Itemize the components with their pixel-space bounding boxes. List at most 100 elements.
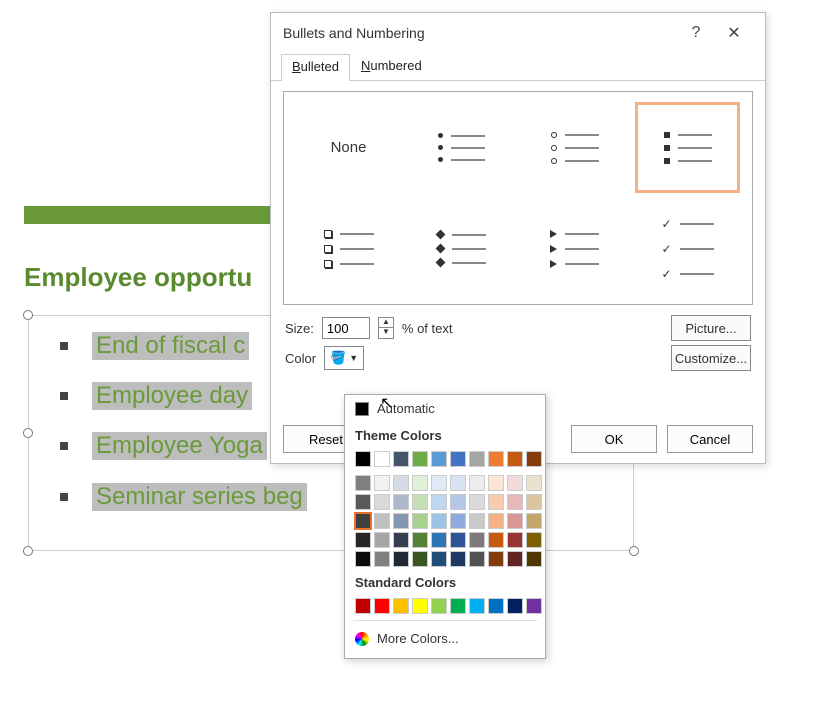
- spinner-down-icon[interactable]: ▼: [379, 328, 393, 338]
- color-swatch[interactable]: [393, 598, 409, 614]
- color-swatch[interactable]: [469, 532, 485, 548]
- resize-handle[interactable]: [23, 546, 33, 556]
- color-swatch[interactable]: [412, 494, 428, 510]
- color-swatch[interactable]: [469, 513, 485, 529]
- color-swatch[interactable]: [431, 451, 447, 467]
- color-swatch[interactable]: [507, 451, 523, 467]
- color-swatch[interactable]: [488, 513, 504, 529]
- help-button[interactable]: ?: [677, 24, 715, 42]
- color-swatch[interactable]: [526, 532, 542, 548]
- color-swatch[interactable]: [355, 598, 371, 614]
- bullet-text: Seminar series beg: [92, 483, 307, 511]
- color-swatch[interactable]: [450, 513, 466, 529]
- color-swatch[interactable]: [469, 451, 485, 467]
- picture-button[interactable]: Picture...: [671, 315, 751, 341]
- tab-numbered[interactable]: Numbered: [350, 53, 433, 80]
- color-swatch[interactable]: [507, 532, 523, 548]
- bullet-option-diamond[interactable]: [409, 203, 514, 294]
- color-swatch[interactable]: [374, 451, 390, 467]
- color-swatch[interactable]: [393, 494, 409, 510]
- color-swatch[interactable]: [469, 598, 485, 614]
- color-swatch[interactable]: [450, 451, 466, 467]
- color-swatch[interactable]: [431, 532, 447, 548]
- color-swatch[interactable]: [412, 475, 428, 491]
- color-swatch[interactable]: [355, 513, 371, 529]
- color-swatch[interactable]: [374, 551, 390, 567]
- bullet-option-square[interactable]: [635, 102, 740, 193]
- color-swatch[interactable]: [488, 532, 504, 548]
- color-swatch[interactable]: [374, 532, 390, 548]
- color-swatch[interactable]: [450, 475, 466, 491]
- color-swatch[interactable]: [488, 598, 504, 614]
- color-swatch[interactable]: [412, 532, 428, 548]
- color-automatic[interactable]: Automatic: [345, 395, 545, 422]
- color-swatch[interactable]: [374, 475, 390, 491]
- color-swatch[interactable]: [450, 598, 466, 614]
- color-swatch[interactable]: [393, 451, 409, 467]
- color-swatch[interactable]: [488, 475, 504, 491]
- color-swatch[interactable]: [393, 551, 409, 567]
- color-swatch[interactable]: [431, 475, 447, 491]
- color-swatch[interactable]: [431, 598, 447, 614]
- bullet-option-dot[interactable]: [409, 102, 514, 193]
- color-swatch[interactable]: [355, 475, 371, 491]
- more-colors[interactable]: More Colors...: [345, 625, 545, 652]
- size-input[interactable]: [322, 317, 370, 339]
- color-swatch[interactable]: [450, 532, 466, 548]
- color-swatch[interactable]: [412, 513, 428, 529]
- color-swatch[interactable]: [526, 513, 542, 529]
- color-swatch[interactable]: [431, 551, 447, 567]
- color-swatch[interactable]: [507, 513, 523, 529]
- color-swatch[interactable]: [488, 551, 504, 567]
- color-swatch[interactable]: [526, 475, 542, 491]
- color-swatch[interactable]: [374, 513, 390, 529]
- color-swatch[interactable]: [450, 494, 466, 510]
- resize-handle[interactable]: [23, 428, 33, 438]
- color-swatch[interactable]: [488, 451, 504, 467]
- color-swatch[interactable]: [526, 598, 542, 614]
- color-swatch[interactable]: [469, 551, 485, 567]
- color-swatch[interactable]: [431, 494, 447, 510]
- color-swatch[interactable]: [507, 494, 523, 510]
- color-swatch[interactable]: [507, 551, 523, 567]
- color-swatch[interactable]: [355, 451, 371, 467]
- color-swatch[interactable]: [393, 532, 409, 548]
- bullet-list-item[interactable]: End of fiscal c: [60, 332, 249, 360]
- color-dropdown[interactable]: 🪣 ▼: [324, 346, 364, 370]
- color-swatch[interactable]: [450, 551, 466, 567]
- color-swatch[interactable]: [526, 551, 542, 567]
- color-swatch[interactable]: [431, 513, 447, 529]
- color-swatch[interactable]: [488, 494, 504, 510]
- color-swatch[interactable]: [412, 598, 428, 614]
- tab-bulleted[interactable]: Bulleted: [281, 54, 350, 81]
- color-swatch[interactable]: [355, 494, 371, 510]
- cancel-button[interactable]: Cancel: [667, 425, 753, 453]
- bullet-option-check[interactable]: [635, 203, 740, 294]
- color-swatch[interactable]: [507, 475, 523, 491]
- color-swatch[interactable]: [469, 494, 485, 510]
- color-swatch[interactable]: [393, 513, 409, 529]
- color-swatch[interactable]: [526, 494, 542, 510]
- close-button[interactable]: ✕: [715, 23, 753, 43]
- bullet-option-circle[interactable]: [522, 102, 627, 193]
- color-swatch[interactable]: [374, 494, 390, 510]
- ok-button[interactable]: OK: [571, 425, 657, 453]
- color-swatch[interactable]: [507, 598, 523, 614]
- size-spinner[interactable]: ▲ ▼: [378, 317, 394, 339]
- bullet-option-arrow[interactable]: [522, 203, 627, 294]
- resize-handle[interactable]: [629, 546, 639, 556]
- color-swatch[interactable]: [355, 551, 371, 567]
- color-swatch[interactable]: [526, 451, 542, 467]
- color-swatch[interactable]: [374, 598, 390, 614]
- bullet-list-item[interactable]: Employee day: [60, 382, 252, 410]
- color-swatch[interactable]: [412, 551, 428, 567]
- color-swatch[interactable]: [469, 475, 485, 491]
- bullet-option-box[interactable]: [296, 203, 401, 294]
- bullet-option-none[interactable]: None: [296, 102, 401, 193]
- customize-button[interactable]: Customize...: [671, 345, 751, 371]
- color-swatch[interactable]: [412, 451, 428, 467]
- resize-handle[interactable]: [23, 310, 33, 320]
- bullet-list-item[interactable]: Employee Yoga: [60, 432, 267, 460]
- color-swatch[interactable]: [355, 532, 371, 548]
- color-swatch[interactable]: [393, 475, 409, 491]
